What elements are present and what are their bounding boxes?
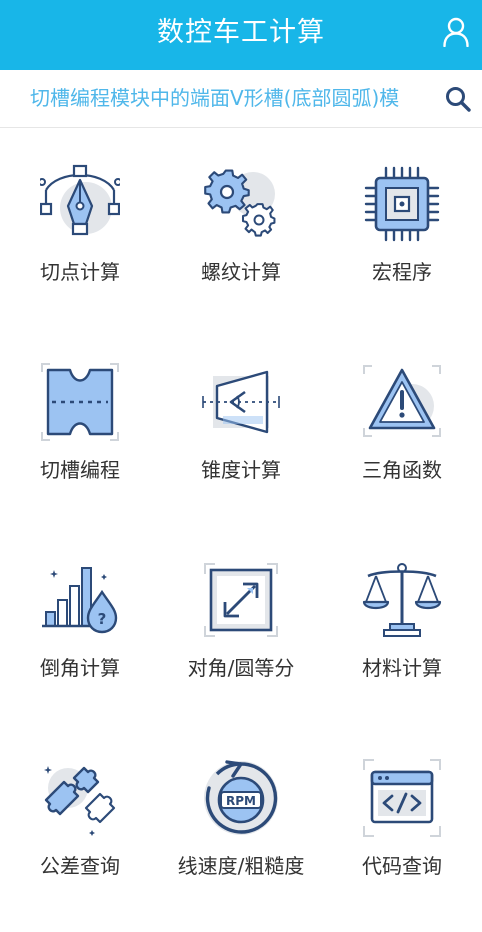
grid-item-label: 线速度/粗糙度	[177, 854, 305, 878]
user-button[interactable]	[442, 17, 470, 48]
svg-text:?: ?	[98, 610, 107, 628]
diagonal-resize-icon	[204, 563, 278, 637]
code-window-icon	[363, 759, 441, 837]
taper-icon	[202, 370, 280, 434]
grid-item-tolerance[interactable]: 公差查询	[0, 722, 160, 920]
page-title: 数控车工计算	[157, 17, 325, 48]
grid-item-trig[interactable]: 三角函数	[322, 326, 482, 524]
search-button[interactable]	[444, 85, 472, 113]
grid-item-macro[interactable]: 宏程序	[322, 128, 482, 326]
puzzle-icon	[44, 766, 116, 836]
scale-icon	[362, 563, 442, 637]
gears-icon	[204, 169, 276, 237]
app-header: 数控车工计算	[0, 0, 482, 70]
grid-item-speed[interactable]: RPM 线速度/粗糙度	[161, 722, 321, 920]
grid-item-code[interactable]: 代码查询	[322, 722, 482, 920]
app-root: 数控车工计算 切槽编程模块中的端面V形槽(底部圆弧)模 切点计算 螺纹计算 宏程…	[0, 0, 482, 932]
rpm-icon: RPM	[204, 760, 278, 835]
warning-triangle-icon	[363, 365, 441, 437]
grid-item-label: 对角/圆等分	[187, 656, 295, 680]
grid-item-label: 宏程序	[372, 260, 432, 284]
grid-item-label: 切点计算	[40, 260, 120, 284]
grid-item-label: 三角函数	[362, 458, 442, 482]
notice-bar: 切槽编程模块中的端面V形槽(底部圆弧)模	[0, 70, 482, 128]
grid-item-taper[interactable]: 锥度计算	[161, 326, 321, 524]
pen-tool-icon	[40, 164, 120, 236]
search-icon	[446, 87, 471, 112]
grid-item-thread[interactable]: 螺纹计算	[161, 128, 321, 326]
groove-icon	[41, 363, 119, 441]
grid-item-material[interactable]: 材料计算	[322, 524, 482, 722]
grid-item-chamfer[interactable]: ? 倒角计算	[0, 524, 160, 722]
user-icon	[443, 17, 469, 48]
grid-item-tangent[interactable]: 切点计算	[0, 128, 160, 326]
grid-item-label: 锥度计算	[201, 458, 281, 482]
grid-item-label: 倒角计算	[40, 656, 120, 680]
notice-text[interactable]: 切槽编程模块中的端面V形槽(底部圆弧)模	[30, 70, 444, 127]
grid-item-diagonal[interactable]: 对角/圆等分	[161, 524, 321, 722]
grid-item-label: 代码查询	[362, 854, 442, 878]
grid-item-label: 材料计算	[362, 656, 442, 680]
grid-item-label: 切槽编程	[40, 458, 120, 482]
grid-item-label: 螺纹计算	[201, 260, 281, 284]
chip-icon	[364, 166, 440, 242]
chart-drop-icon: ?	[42, 567, 118, 634]
grid-item-label: 公差查询	[40, 854, 120, 878]
grid-item-grooving[interactable]: 切槽编程	[0, 326, 160, 524]
svg-text:RPM: RPM	[226, 794, 256, 808]
